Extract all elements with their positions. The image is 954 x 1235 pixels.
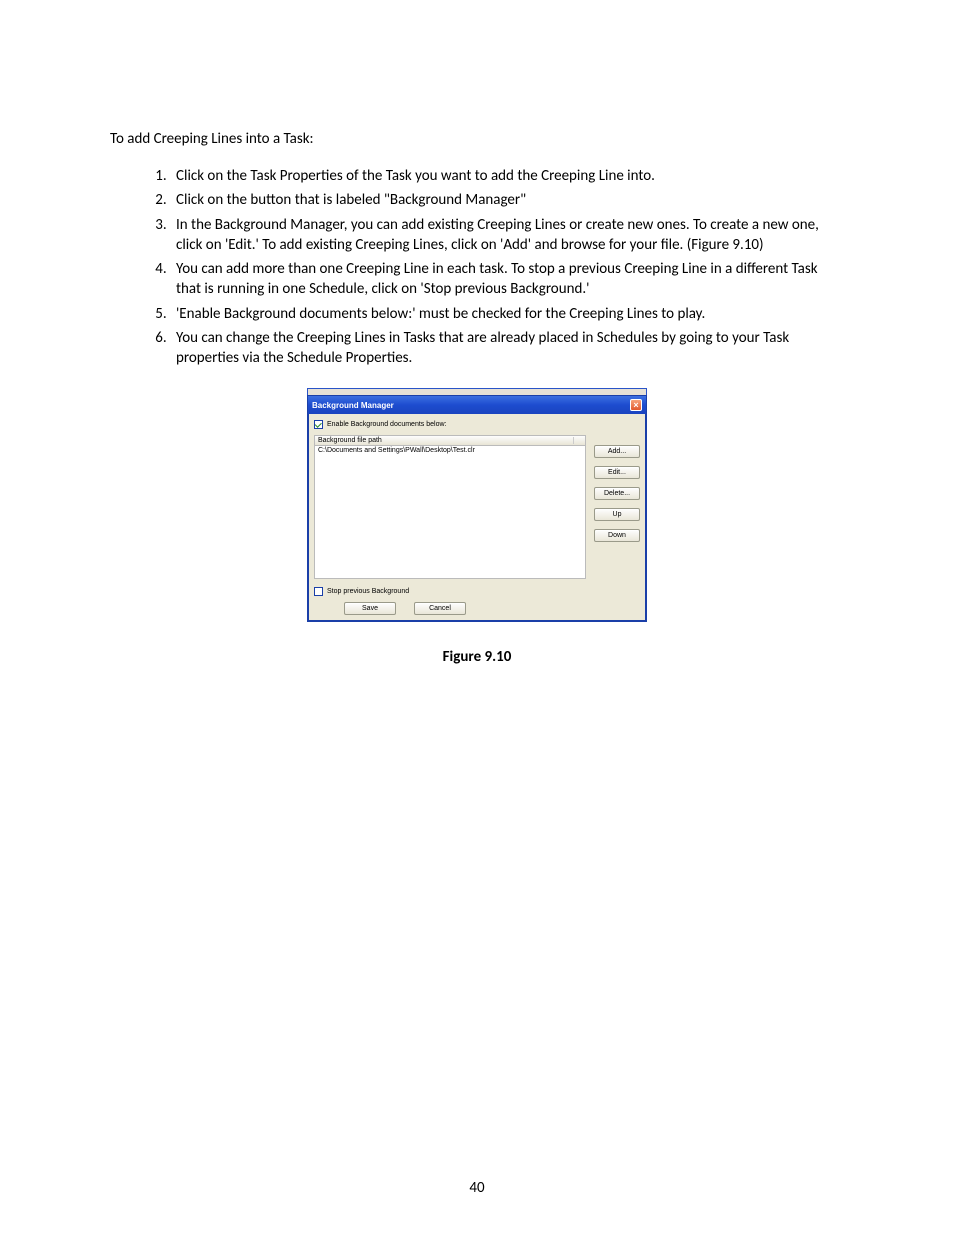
up-button[interactable]: Up	[594, 508, 640, 521]
step-item: In the Background Manager, you can add e…	[170, 215, 844, 256]
figure-caption: Figure 9.10	[110, 648, 844, 666]
stop-previous-label: Stop previous Background	[327, 588, 409, 595]
add-button[interactable]: Add...	[594, 445, 640, 458]
page-number: 40	[0, 1179, 954, 1197]
list-header-spacer	[574, 437, 582, 444]
intro-text: To add Creeping Lines into a Task:	[110, 130, 844, 148]
delete-button[interactable]: Delete...	[594, 487, 640, 500]
down-button[interactable]: Down	[594, 529, 640, 542]
window-title: Background Manager	[312, 401, 394, 410]
file-list[interactable]: C:\Documents and Settings\PWall\Desktop\…	[314, 446, 586, 579]
cancel-button[interactable]: Cancel	[414, 602, 466, 615]
step-item: 'Enable Background documents below:' mus…	[170, 304, 844, 324]
step-item: You can add more than one Creeping Line …	[170, 259, 844, 300]
steps-list: Click on the Task Properties of the Task…	[110, 166, 844, 368]
close-icon[interactable]: ×	[630, 399, 642, 411]
background-manager-window: Background Manager × Enable Background d…	[307, 395, 647, 622]
list-header-label: Background file path	[318, 437, 574, 444]
stop-previous-checkbox[interactable]	[314, 587, 323, 596]
step-item: You can change the Creeping Lines in Tas…	[170, 328, 844, 369]
enable-background-label: Enable Background documents below:	[327, 421, 446, 428]
edit-button[interactable]: Edit...	[594, 466, 640, 479]
figure-9-10: Background Manager × Enable Background d…	[307, 388, 647, 622]
window-titlebar[interactable]: Background Manager ×	[308, 396, 646, 414]
partial-window-edge	[307, 388, 647, 395]
list-header[interactable]: Background file path	[314, 435, 586, 446]
save-button[interactable]: Save	[344, 602, 396, 615]
list-item[interactable]: C:\Documents and Settings\PWall\Desktop\…	[318, 447, 582, 454]
step-item: Click on the button that is labeled "Bac…	[170, 190, 844, 210]
step-item: Click on the Task Properties of the Task…	[170, 166, 844, 186]
enable-background-checkbox[interactable]	[314, 420, 323, 429]
